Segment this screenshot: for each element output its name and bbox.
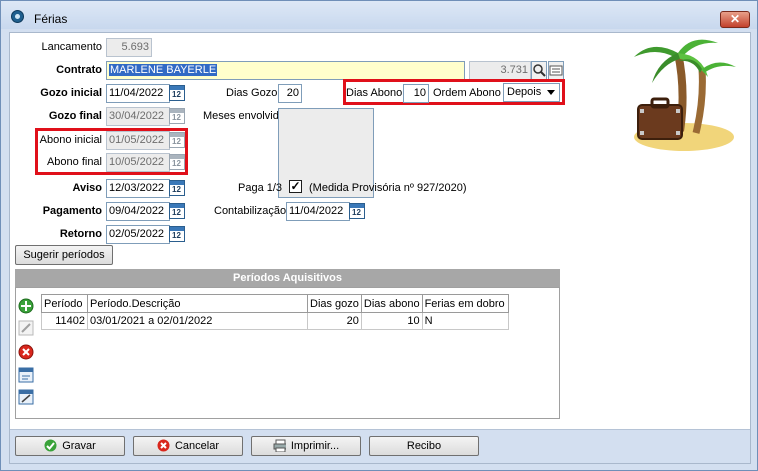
contabilizacao-field[interactable]: 11/04/2022 — [286, 202, 350, 221]
search-contract-button[interactable] — [531, 61, 547, 80]
bottom-button-bar: Gravar Cancelar Imprimir... Recibo — [10, 429, 750, 463]
list-contract-button[interactable] — [548, 61, 564, 80]
check-icon — [44, 439, 57, 452]
ferias-window: Férias ✕ Lancamento 5.693 Contrato MARLE… — [0, 0, 758, 471]
lancamento-label: Lancamento — [41, 41, 102, 53]
abono-inicial-label: Abono inicial — [39, 134, 102, 146]
gravar-button[interactable]: Gravar — [15, 436, 125, 456]
abono-inicial-calendar-icon — [169, 132, 185, 148]
dias-abono-field[interactable]: 10 — [403, 84, 429, 103]
ordem-abono-label: Ordem Abono — [433, 87, 501, 99]
abono-inicial-field: 01/05/2022 — [106, 131, 170, 150]
window-title: Férias — [34, 12, 68, 26]
cancelar-button[interactable]: Cancelar — [133, 436, 243, 456]
pagamento-field[interactable]: 09/04/2022 — [106, 202, 170, 221]
pagamento-calendar-icon[interactable] — [169, 203, 185, 219]
abono-final-field: 10/05/2022 — [106, 153, 170, 172]
col-periodo[interactable]: Período — [41, 294, 88, 313]
dias-gozo-field[interactable]: 20 — [278, 84, 302, 103]
dias-gozo-label: Dias Gozo — [226, 87, 278, 99]
chevron-down-icon — [547, 90, 555, 95]
cancel-icon — [157, 439, 170, 452]
paga-label: Paga 1/3 — [238, 182, 283, 194]
gozo-final-label: Gozo final — [48, 110, 102, 122]
retorno-field[interactable]: 02/05/2022 — [106, 225, 170, 244]
recibo-button[interactable]: Recibo — [369, 436, 479, 456]
view-icon[interactable] — [18, 367, 34, 383]
aviso-calendar-icon[interactable] — [169, 180, 185, 196]
paga-note: (Medida Provisória nº 927/2020) — [309, 182, 467, 194]
ordem-abono-value: Depois — [507, 86, 542, 98]
gravar-label: Gravar — [62, 440, 96, 452]
delete-icon[interactable] — [18, 344, 34, 360]
contrato-value: MARLENE BAYERLE — [109, 64, 218, 76]
ordem-abono-select[interactable]: Depois — [503, 83, 560, 102]
col-dias-gozo[interactable]: Dias gozo — [307, 294, 362, 313]
title-bar: Férias ✕ — [1, 1, 757, 29]
contabilizacao-calendar-icon[interactable] — [349, 203, 365, 219]
contrato-code-field: 3.731 — [469, 61, 531, 80]
app-icon — [11, 10, 24, 23]
periodos-table: Período Período.Descrição Dias gozo Dias… — [41, 294, 509, 330]
edit-row-icon[interactable] — [18, 389, 34, 405]
cell-periodo: 11402 — [41, 312, 88, 330]
cancelar-label: Cancelar — [174, 440, 220, 452]
abono-final-calendar-icon — [169, 154, 185, 170]
contrato-field[interactable]: MARLENE BAYERLE — [106, 61, 465, 80]
table-row[interactable]: 11402 03/01/2021 a 02/01/2022 20 10 N — [41, 312, 509, 330]
gozo-final-field: 30/04/2022 — [106, 107, 170, 126]
col-dias-abono[interactable]: Dias abono — [360, 294, 423, 313]
contrato-label: Contrato — [56, 64, 102, 76]
contabilizacao-label: Contabilização — [214, 205, 287, 217]
gozo-final-calendar-icon — [169, 108, 185, 124]
abono-final-label: Abono final — [46, 156, 102, 168]
search-icon — [533, 64, 546, 77]
retorno-label: Retorno — [59, 228, 102, 240]
table-header-row: Período Período.Descrição Dias gozo Dias… — [41, 294, 509, 313]
aviso-label: Aviso — [72, 182, 102, 194]
periodos-header: Períodos Aquisitivos — [15, 269, 560, 287]
form-area: Lancamento 5.693 Contrato MARLENE BAYERL… — [9, 32, 751, 464]
gozo-inicial-field[interactable]: 11/04/2022 — [106, 84, 170, 103]
vacation-island-icon — [634, 39, 736, 151]
printer-icon — [273, 439, 286, 452]
imprimir-button[interactable]: Imprimir... — [251, 436, 361, 456]
aviso-field[interactable]: 12/03/2022 — [106, 179, 170, 198]
cell-dias-gozo: 20 — [307, 312, 362, 330]
edit-icon[interactable] — [18, 320, 34, 336]
paga-checkbox[interactable]: ✓ — [289, 180, 302, 193]
lancamento-field: 5.693 — [106, 38, 152, 57]
retorno-calendar-icon[interactable] — [169, 226, 185, 242]
gozo-inicial-calendar-icon[interactable] — [169, 85, 185, 101]
cell-descricao: 03/01/2021 a 02/01/2022 — [87, 312, 308, 330]
add-icon[interactable] — [18, 298, 34, 314]
cell-ferias-dobro: N — [421, 312, 509, 330]
cell-dias-abono: 10 — [360, 312, 423, 330]
col-ferias-dobro[interactable]: Ferias em dobro — [421, 294, 509, 313]
gozo-inicial-label: Gozo inicial — [40, 87, 102, 99]
close-button[interactable]: ✕ — [720, 11, 750, 28]
imprimir-label: Imprimir... — [290, 440, 340, 452]
sugerir-periodos-button[interactable]: Sugerir períodos — [15, 245, 113, 265]
col-descricao[interactable]: Período.Descrição — [87, 294, 308, 313]
list-icon — [549, 65, 563, 76]
pagamento-label: Pagamento — [42, 205, 102, 217]
dias-abono-label: Dias Abono — [346, 87, 403, 99]
